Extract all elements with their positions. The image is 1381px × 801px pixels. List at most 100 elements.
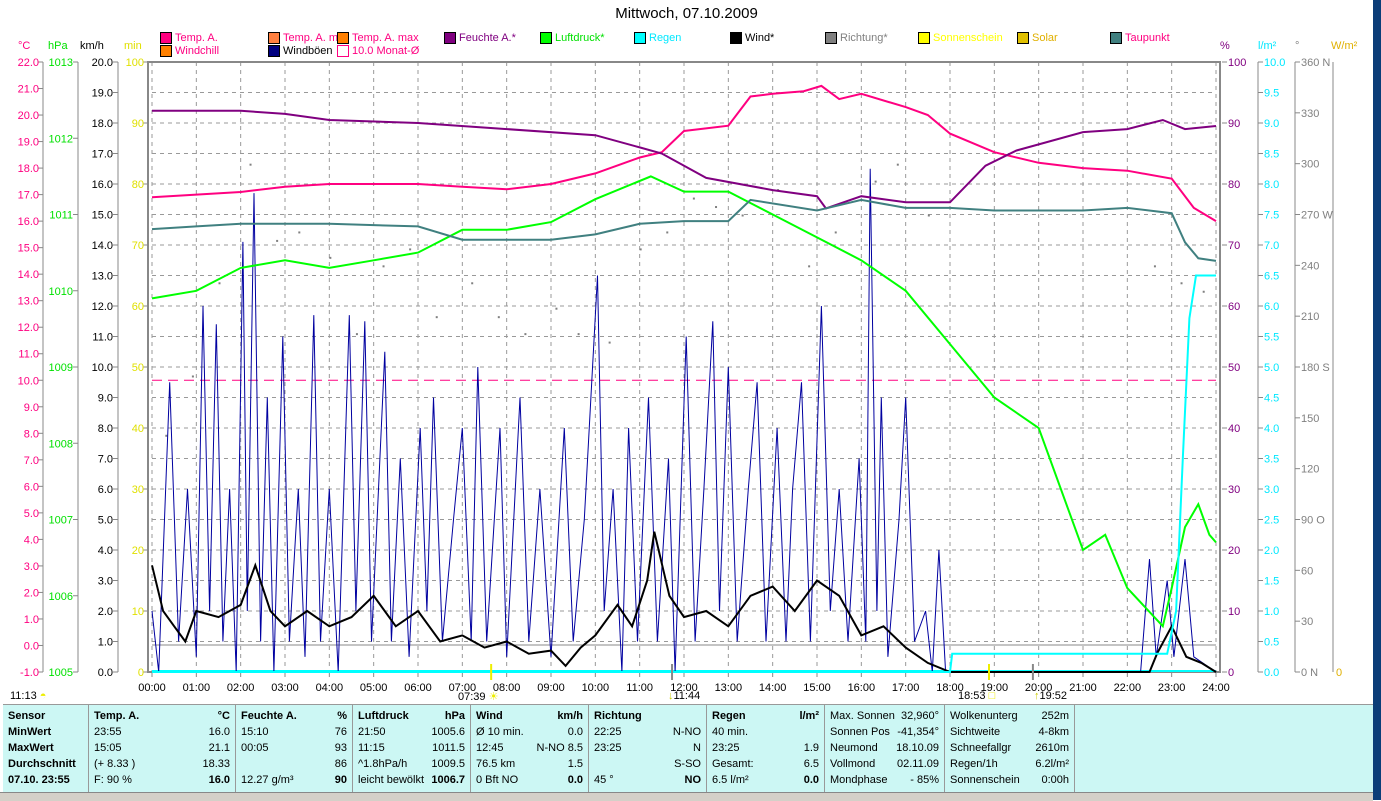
x-tick-label: 16:00 bbox=[848, 682, 876, 694]
stats-row: F: 90 % 16.0 bbox=[94, 772, 230, 788]
hum-tick-label: 80 bbox=[1228, 179, 1240, 191]
stats-cell: 15:05 bbox=[94, 742, 122, 754]
press-tick-label: 1006 bbox=[49, 591, 73, 603]
stats-row: 11:15 1011.5 bbox=[358, 740, 465, 756]
press-tick-label: 1005 bbox=[49, 667, 73, 679]
wind-tick-label: 13.0 bbox=[92, 271, 113, 283]
stats-panel: Sensor MinWert MaxWert Durchschnitt 07.10. 2… bbox=[3, 704, 1373, 792]
sunset-marker: 18:53 □ bbox=[958, 690, 995, 702]
stats-cell: 23:25 bbox=[594, 742, 622, 754]
rain-tick-label: 7.5 bbox=[1264, 210, 1279, 222]
stats-row: Ø 10 min. 0.0 bbox=[476, 724, 583, 740]
stats-cell: 93 bbox=[334, 742, 347, 754]
stats-cell: Ø 10 min. bbox=[476, 726, 524, 738]
minutes-tick-label: 70 bbox=[132, 240, 144, 252]
wind-tick-label: 3.0 bbox=[98, 576, 113, 588]
stats-cell: leicht bewölkt bbox=[358, 774, 425, 786]
direction-dot bbox=[276, 239, 279, 242]
stats-cell: 6.5 bbox=[803, 758, 819, 770]
x-tick-label: 13:00 bbox=[715, 682, 743, 694]
stats-column: Sensor MinWert MaxWert Durchschnitt 07.10. 2… bbox=[3, 705, 89, 792]
temp-tick-label: 20.0 bbox=[18, 110, 39, 122]
stats-cell: 15:10 bbox=[241, 726, 269, 738]
stats-cell: Sonnenschein bbox=[950, 774, 1020, 786]
stats-cell: 90 bbox=[334, 774, 347, 786]
stats-cell: 4-8km bbox=[1038, 726, 1069, 738]
x-tick-label: 02:00 bbox=[227, 682, 255, 694]
wind-tick-label: 7.0 bbox=[98, 454, 113, 466]
stats-cell: 45 ° bbox=[594, 774, 614, 786]
rain-tick-label: 0.0 bbox=[1264, 667, 1279, 679]
temp-tick-label: 7.0 bbox=[24, 455, 39, 467]
stats-cell: 16.0 bbox=[208, 726, 230, 738]
temp-unit-label: °C bbox=[18, 40, 31, 52]
stats-cell: 21.1 bbox=[208, 742, 230, 754]
stats-cell: 1006.7 bbox=[431, 774, 465, 786]
rain-tick-label: 9.0 bbox=[1264, 118, 1279, 130]
stats-row: 15:05 21.1 bbox=[94, 740, 230, 756]
rain-tick-label: 7.0 bbox=[1264, 240, 1279, 252]
stats-cell: 16.0 bbox=[208, 774, 230, 786]
stats-cell: 40 min. bbox=[712, 726, 749, 738]
stats-cell: 11:15 bbox=[358, 742, 385, 754]
stats-cell: ^1.8hPa/h bbox=[358, 758, 408, 770]
weather-chart: 00:00 01:00 02:00 03:00 04:00 05:00 06:00 07:00… bbox=[18, 57, 1343, 694]
minutes-tick-label: 10 bbox=[132, 606, 144, 618]
wind-tick-label: 4.0 bbox=[98, 545, 113, 557]
direction-dot bbox=[874, 180, 877, 183]
minutes-tick-label: 50 bbox=[132, 362, 144, 374]
stats-row: Wolkenunterg 252m bbox=[950, 708, 1069, 724]
rain-tick-label: 10.0 bbox=[1264, 57, 1285, 69]
dir-tick-label: 300 bbox=[1301, 159, 1319, 171]
minutes-tick-label: 0 bbox=[138, 667, 144, 679]
wind-tick-label: 9.0 bbox=[98, 393, 113, 405]
rain-tick-label: 9.5 bbox=[1264, 88, 1279, 100]
direction-dot bbox=[1180, 282, 1183, 285]
stats-row: leicht bewölkt 1006.7 bbox=[358, 772, 465, 788]
stats-cell: NO bbox=[684, 774, 702, 786]
sunrise-marker: 07:39 ☀ bbox=[458, 690, 498, 703]
x-tick-label: 23:00 bbox=[1158, 682, 1186, 694]
stats-row: Durchschnitt bbox=[8, 756, 83, 772]
x-tick-label: 22:00 bbox=[1114, 682, 1142, 694]
hum-tick-label: 100 bbox=[1228, 57, 1246, 69]
stats-cell: 76.5 km bbox=[476, 758, 516, 770]
temp-tick-label: 3.0 bbox=[24, 561, 39, 573]
temp-tick-label: 16.0 bbox=[18, 216, 39, 228]
dir-tick-label: 210 bbox=[1301, 311, 1319, 323]
direction-dot bbox=[218, 282, 221, 285]
stats-cell: Sensor bbox=[8, 710, 46, 722]
stats-row: Schneefallgr 2610m bbox=[950, 740, 1069, 756]
stats-cell: 0:00h bbox=[1041, 774, 1069, 786]
moonset-time: 19:52 bbox=[1039, 690, 1068, 702]
temp-tick-label: 11.0 bbox=[18, 349, 39, 361]
stats-cell: 76 bbox=[334, 726, 347, 738]
direction-dot bbox=[329, 256, 332, 259]
stats-cell: Wind bbox=[476, 710, 503, 722]
stats-row: 0 Bft NO 0.0 bbox=[476, 772, 583, 788]
stats-cell: N bbox=[693, 742, 701, 754]
stats-cell: 32,960° bbox=[900, 710, 939, 722]
rain-tick-label: 5.5 bbox=[1264, 332, 1279, 344]
stats-column: Wind km/h Ø 10 min. 0.0 12:45 N-NO 8.5 76.5 km… bbox=[471, 705, 589, 792]
rain-tick-label: 0.5 bbox=[1264, 637, 1279, 649]
x-tick-label: 15:00 bbox=[803, 682, 831, 694]
wind-tick-label: 5.0 bbox=[98, 515, 113, 527]
solar-tick-label: 0 bbox=[1336, 667, 1342, 679]
stats-cell: (+ 8.33 ) bbox=[94, 758, 136, 770]
stats-cell: 21:50 bbox=[358, 726, 386, 738]
x-tick-label: 10:00 bbox=[582, 682, 610, 694]
hum-tick-label: 20 bbox=[1228, 545, 1240, 557]
stats-cell: Temp. A. bbox=[94, 710, 140, 722]
direction-dot bbox=[1153, 265, 1156, 268]
wind-tick-label: 11.0 bbox=[92, 332, 113, 344]
press-unit-label: hPa bbox=[48, 40, 68, 52]
wind-tick-label: 15.0 bbox=[92, 210, 113, 222]
dir-tick-label: 90 O bbox=[1301, 515, 1325, 527]
stats-cell: 0.0 bbox=[803, 774, 819, 786]
temp-tick-label: 4.0 bbox=[24, 534, 39, 546]
stats-row: MaxWert bbox=[8, 740, 83, 756]
stats-cell: Luftdruck bbox=[358, 710, 409, 722]
stats-column: Temp. A. °C 23:55 16.0 15:05 21.1 (+ 8.33 ) 18.… bbox=[89, 705, 236, 792]
temp-tick-label: 8.0 bbox=[24, 428, 39, 440]
